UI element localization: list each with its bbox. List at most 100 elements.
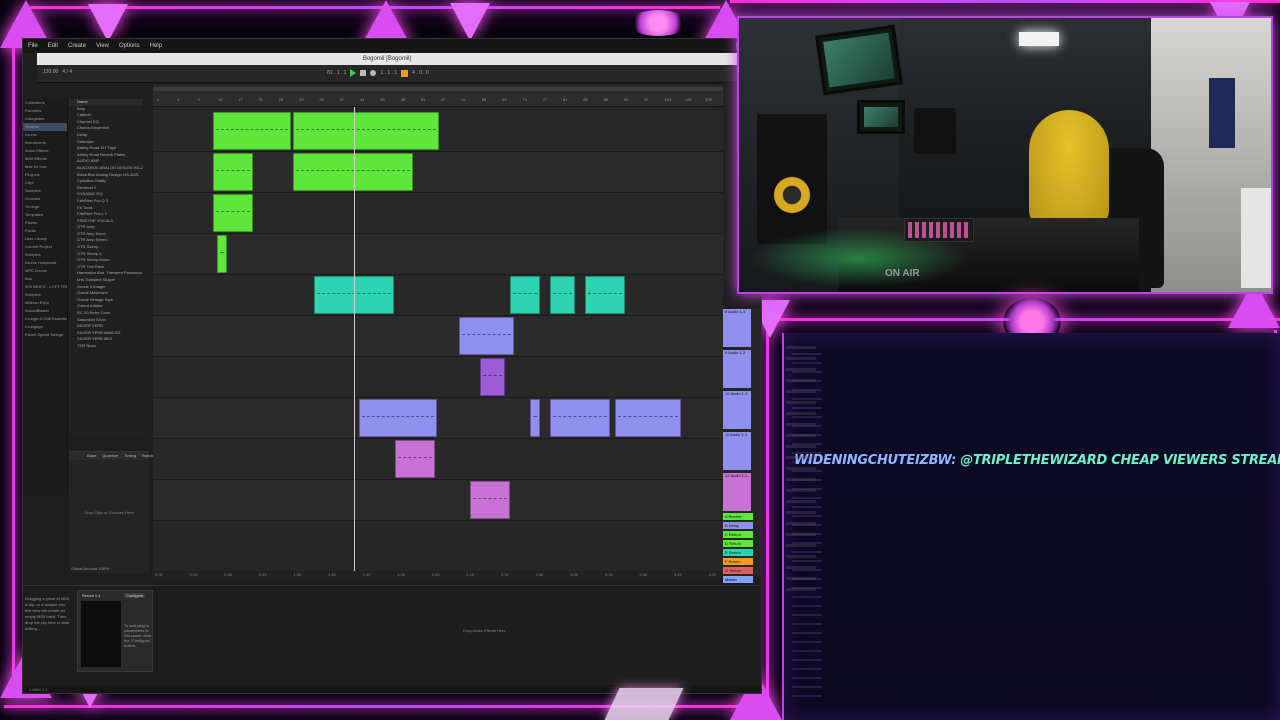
beat-ruler[interactable]: 1 5 9 13 17 21 25 29 33 37 41 45 49 53 57 61 65 69 73 77 81 8… — [153, 85, 723, 107]
tempo-display[interactable]: 120.00 — [43, 69, 58, 75]
midi-clip[interactable] — [510, 276, 540, 314]
file-list-item[interactable]: FX Tools — [69, 205, 143, 212]
browser-item[interactable]: MIDI Effects — [23, 155, 67, 163]
mixer-track-strip[interactable]: 11 Audio 1-3 — [723, 432, 751, 470]
midi-clip[interactable] — [395, 440, 435, 478]
global-amount-value[interactable]: 100% — [98, 566, 108, 571]
midi-clip[interactable] — [585, 276, 625, 314]
time-signature[interactable]: 4 / 4 — [62, 69, 72, 75]
return-track[interactable]: G Return — [723, 567, 753, 574]
song-position[interactable]: 81 . 1 . 1 — [327, 70, 346, 76]
return-track[interactable]: E Return — [723, 549, 753, 556]
browser-item[interactable]: MPC Drums — [23, 267, 67, 275]
browser-item[interactable]: Bus — [23, 275, 67, 283]
menu-edit[interactable]: Edit — [43, 43, 63, 49]
browser-item[interactable]: Samples — [23, 251, 67, 259]
browser-item[interactable]: Ableton Expo — [23, 299, 67, 307]
file-list-header[interactable]: Name — [69, 99, 143, 106]
file-list-item[interactable]: GTR Tool Rack — [69, 264, 143, 271]
midi-clip[interactable] — [293, 112, 439, 150]
track-lane[interactable] — [153, 357, 723, 398]
midi-clip[interactable] — [615, 399, 681, 437]
file-list-item[interactable]: FREETHE VOCALS — [69, 218, 143, 225]
browser-item[interactable]: Favorites — [23, 107, 67, 115]
browser-item[interactable]: Samples — [23, 187, 67, 195]
track-lane[interactable] — [153, 480, 723, 521]
browser-item[interactable]: Max for Live — [23, 163, 67, 171]
file-list-item[interactable]: Amp — [69, 106, 143, 113]
plugin-device[interactable]: Serum 1.4 Configure To add plug-in param… — [77, 590, 153, 672]
file-list-item[interactable]: DYNAMIC EQ — [69, 191, 143, 198]
track-lane[interactable] — [153, 439, 723, 480]
menu-options[interactable]: Options — [114, 43, 145, 49]
menu-create[interactable]: Create — [63, 43, 91, 49]
file-list-item[interactable]: Oxford Inflator — [69, 303, 143, 310]
file-list-item[interactable]: Decimort 2 — [69, 185, 143, 192]
record-icon[interactable] — [370, 70, 377, 76]
file-list-item[interactable]: TDR Nova — [69, 343, 143, 350]
mixer-track-strip[interactable]: 12 Audio 1-3 — [723, 473, 751, 511]
track-lane[interactable] — [153, 316, 723, 357]
loop-brace[interactable] — [153, 87, 723, 91]
file-list-item[interactable]: Delay — [69, 132, 143, 139]
browser-item[interactable]: Categories — [23, 115, 67, 123]
midi-clip[interactable] — [550, 276, 575, 314]
mixer-track-strip[interactable]: 10 Audio 1-3 — [723, 391, 751, 429]
midi-clip[interactable] — [470, 481, 510, 519]
browser-item[interactable]: Grooves — [23, 195, 67, 203]
browser-item[interactable]: Places — [23, 219, 67, 227]
menu-view[interactable]: View — [91, 43, 114, 49]
file-list-item[interactable]: Cymatics Oddity — [69, 178, 143, 185]
file-list-item[interactable]: kHs Transient Shaper — [69, 277, 143, 284]
loop-toggle-icon[interactable] — [401, 69, 409, 77]
file-list-item[interactable]: Saturation Knob — [69, 317, 143, 324]
browser-item[interactable]: Planet Speed Swings — [23, 331, 67, 339]
file-list-item[interactable]: Abbey Road Reverb Plates — [69, 152, 143, 159]
file-list-item[interactable]: RC-20 Retro Color — [69, 310, 143, 317]
file-list-item[interactable]: GTR Stomp — [69, 244, 143, 251]
browser-item[interactable]: Samples — [23, 291, 67, 299]
browser-item[interactable]: Collections — [23, 99, 67, 107]
browser-item[interactable]: Sounds — [23, 123, 67, 131]
browser-item[interactable]: Packs — [23, 227, 67, 235]
browser-item[interactable]: Drums Hollywood — [23, 259, 67, 267]
midi-clip[interactable] — [480, 358, 505, 396]
file-list-item[interactable]: SILVER VERB ANALOG — [69, 330, 143, 337]
mixer-track-strip[interactable]: 9 Audio 1-3 — [723, 350, 751, 388]
browser-item[interactable]: Tunings — [23, 203, 67, 211]
file-list-item[interactable]: BLACKBOX ANALOG DESIGN HG-2 — [69, 165, 143, 172]
configure-button[interactable]: Configure — [124, 593, 146, 598]
loop-length[interactable]: 4 . 0 . 0 — [412, 70, 429, 76]
midi-clip[interactable] — [217, 235, 227, 273]
browser-item[interactable]: Lounge & Chill Essentials — [23, 315, 67, 323]
play-icon[interactable] — [350, 69, 357, 77]
track-lane[interactable] — [153, 275, 723, 316]
midi-clip[interactable] — [213, 153, 253, 191]
file-list-item[interactable]: FabFilter Pro-L 2 — [69, 211, 143, 218]
browser-item[interactable]: User Library — [23, 235, 67, 243]
return-track[interactable]: C Return — [723, 531, 753, 538]
arrangement-view[interactable]: 1 5 9 13 17 21 25 29 33 37 41 45 49 53 57 61 65 69 73 77 81 8… — [153, 85, 723, 577]
file-list-item[interactable]: FabFilter Pro-Q 3 — [69, 198, 143, 205]
midi-clip[interactable] — [530, 399, 540, 437]
browser-item[interactable]: Loungage — [23, 323, 67, 331]
browser-item[interactable]: Instruments — [23, 139, 67, 147]
menu-file[interactable]: File — [23, 43, 43, 49]
midi-clip[interactable] — [293, 153, 413, 191]
browser-item[interactable]: Clips — [23, 179, 67, 187]
midi-clip[interactable] — [359, 399, 437, 437]
file-list-item[interactable]: GTR Stomp Mono — [69, 257, 143, 264]
loop-start[interactable]: 1 . 1 . 1 — [380, 70, 397, 76]
file-list-item[interactable]: Saturator — [69, 139, 143, 146]
file-list-item[interactable]: Ozone Maximizer — [69, 290, 143, 297]
track-lane[interactable] — [153, 234, 723, 275]
midi-clip[interactable] — [213, 112, 291, 150]
file-list-item[interactable]: Black Box Analog Design HG-2MS — [69, 172, 143, 179]
browser-item[interactable]: Templates — [23, 211, 67, 219]
file-list-item[interactable]: GTR Stomp 4 — [69, 251, 143, 258]
browser-item[interactable]: Current Project — [23, 243, 67, 251]
file-list-item[interactable]: Cabinet — [69, 112, 143, 119]
midi-clip[interactable] — [550, 399, 610, 437]
browser-item[interactable]: Drums — [23, 131, 67, 139]
browser-item[interactable]: SoundBlaster — [23, 307, 67, 315]
